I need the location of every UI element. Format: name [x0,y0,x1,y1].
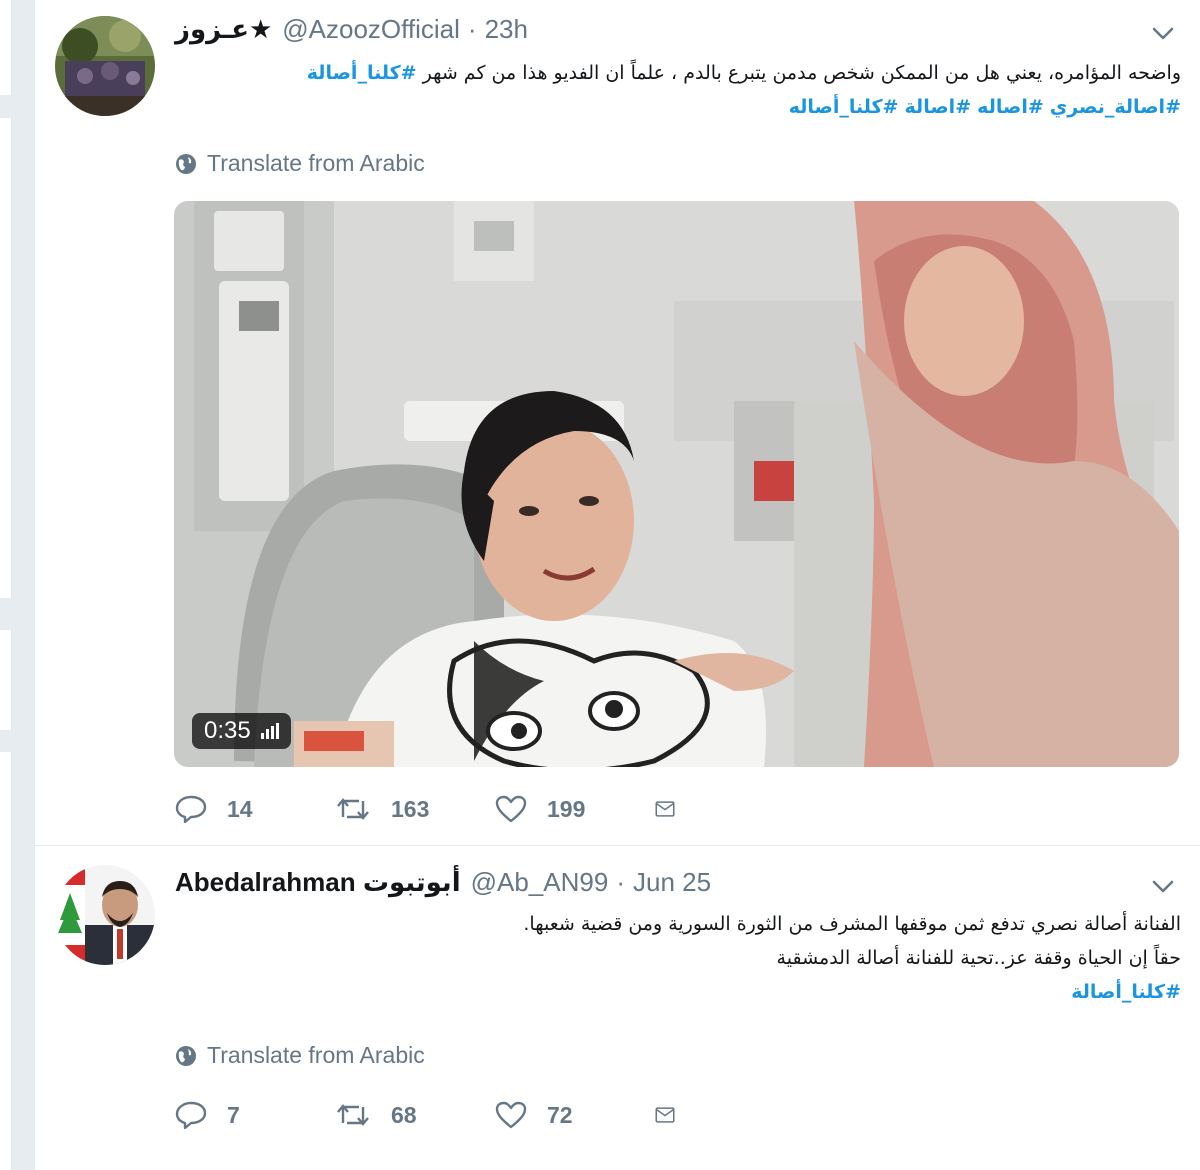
left-column [0,0,34,1170]
tweet-actions: 14 163 199 [175,789,695,829]
like-count: 199 [547,795,586,822]
separator: · [616,867,625,897]
translate-link[interactable]: Translate from Arabic [175,1042,425,1069]
tweet-header: Abedalrahman أبوتبوت @Ab_AN99 · Jun 25 [175,867,1141,903]
hashtag-link[interactable]: #اصاله [977,96,1044,118]
like-icon [495,1101,527,1129]
tweet-text-body: واضحه المؤامره، يعني هل من الممكن شخص مد… [422,62,1181,84]
tweet-menu-button[interactable] [1145,16,1181,52]
chevron-down-icon [1152,880,1174,893]
translate-label: Translate from Arabic [207,150,425,176]
hashtag-link[interactable]: #كلنا_أصالة [307,62,417,84]
tweet-text: الفنانة أصالة نصري تدفع ثمن موقفها المشر… [175,907,1181,1009]
left-card [0,118,12,598]
globe-icon [176,153,196,174]
translate-label: Translate from Arabic [207,1042,425,1068]
video-duration: 0:35 [204,717,251,744]
volume-icon [259,723,279,739]
retweet-button[interactable]: 68 [335,1101,495,1129]
translate-link[interactable]: Translate from Arabic [175,150,425,177]
tweet-header: عـزوز★ @AzoozOfficial · 23h [175,14,1141,50]
like-count: 72 [547,1101,573,1128]
reply-count: 14 [227,795,253,822]
reply-icon [175,795,207,823]
tweet[interactable]: Abedalrahman أبوتبوت @Ab_AN99 · Jun 25 ا… [35,847,1200,1170]
direct-message-icon [655,1107,675,1123]
username[interactable]: @Ab_AN99 [471,867,609,898]
video-duration-badge: 0:35 [192,713,291,749]
avatar[interactable] [55,16,155,116]
timeline: عـزوز★ @AzoozOfficial · 23h واضحه المؤام… [34,0,1200,1170]
direct-message-button[interactable] [655,1102,695,1128]
reply-count: 7 [227,1101,240,1128]
display-name[interactable]: عـزوز★ [175,14,272,45]
like-icon [495,795,527,823]
tweet-menu-button[interactable] [1145,869,1181,905]
left-card [0,752,12,1170]
left-card [0,630,12,730]
video-thumbnail [174,201,1179,767]
reply-button[interactable]: 7 [175,1101,335,1129]
tweet-text-line: الفنانة أصالة نصري تدفع ثمن موقفها المشر… [523,913,1181,935]
username[interactable]: @AzoozOfficial [282,14,460,45]
hashtag-link[interactable]: #اصالة [905,96,972,118]
globe-icon [176,1045,196,1066]
reply-icon [175,1101,207,1129]
timestamp[interactable]: 23h [485,14,528,45]
reply-button[interactable]: 14 [175,795,335,823]
retweet-count: 68 [391,1101,417,1128]
retweet-count: 163 [391,795,430,822]
hashtag-link[interactable]: #كلنا_أصالة [175,975,1181,1009]
separator: · [467,14,477,44]
retweet-icon [337,1104,369,1126]
like-button[interactable]: 199 [495,795,655,823]
direct-message-icon [655,801,675,817]
direct-message-button[interactable] [655,796,695,822]
hashtag-link[interactable]: #كلنا_أصاله [789,96,899,118]
display-name[interactable]: Abedalrahman أبوتبوت [175,867,461,898]
left-card [0,0,12,95]
tweet[interactable]: عـزوز★ @AzoozOfficial · 23h واضحه المؤام… [35,0,1200,846]
tweet-text-line: حقاً إن الحياة وقفة عز..تحية للفنانة أصا… [776,947,1181,969]
hashtag-link[interactable]: #اصالة_نصري [1050,96,1181,118]
retweet-icon [337,798,369,820]
avatar[interactable] [55,865,155,965]
timestamp[interactable]: Jun 25 [633,867,711,898]
retweet-button[interactable]: 163 [335,795,495,823]
tweet-text: واضحه المؤامره، يعني هل من الممكن شخص مد… [175,56,1181,124]
tweet-text-line: واضحه المؤامره، يعني هل من الممكن شخص مد… [175,56,1181,90]
video-player[interactable]: 0:35 [174,201,1179,767]
chevron-down-icon [1152,27,1174,40]
like-button[interactable]: 72 [495,1101,655,1129]
tweet-text-line: #اصالة_نصري #اصاله #اصالة #كلنا_أصاله [175,90,1181,124]
tweet-actions: 7 68 72 [175,1095,695,1135]
